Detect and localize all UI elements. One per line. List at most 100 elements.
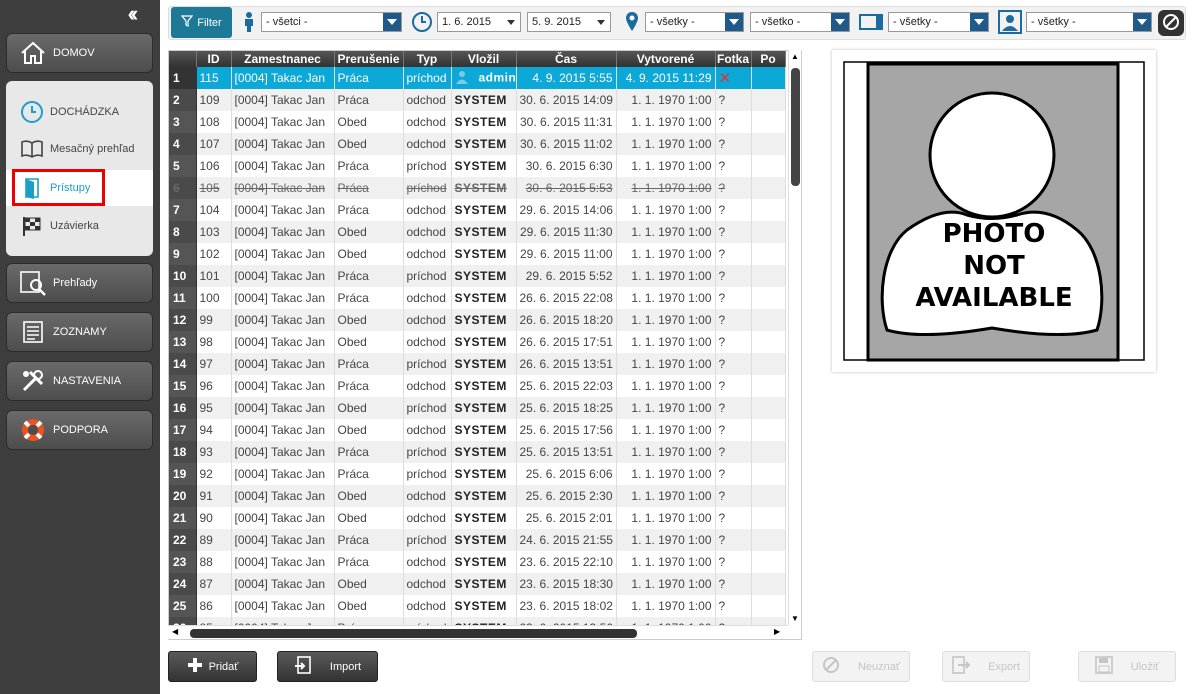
employee-cell: [0004] Takac Jan	[231, 177, 335, 199]
table-row[interactable]: 4 107 [0004] Takac Jan Obed odchod SYSTEM 30. …	[169, 133, 786, 155]
home-icon	[19, 39, 47, 67]
export-button[interactable]: Export	[942, 651, 1030, 682]
vertical-scroll-thumb[interactable]	[791, 68, 800, 186]
photo-placeholder-text: PHOTO NOT AVAILABLE	[832, 218, 1156, 314]
type-cell: odchod	[403, 551, 452, 573]
extra-cell	[751, 199, 786, 221]
break-cell: Obed	[334, 331, 404, 353]
column-header[interactable]: ID	[196, 51, 232, 67]
type-cell: príchod	[403, 441, 452, 463]
column-header[interactable]: Čas	[516, 51, 617, 67]
id-cell: 90	[196, 507, 232, 529]
sidebar-item-monthly[interactable]: Mesačný prehľad	[6, 131, 153, 167]
photo-cell: ?	[715, 89, 752, 111]
id-cell: 92	[196, 463, 232, 485]
sidebar-item-lists[interactable]: ZOZNAMY	[6, 312, 153, 352]
row-number: 14	[169, 353, 197, 375]
employee-cell: [0004] Takac Jan	[231, 221, 335, 243]
inserted-by-value: admin	[478, 70, 516, 85]
table-row[interactable]: 15 96 [0004] Takac Jan Práca odchod SYSTEM 25.…	[169, 375, 786, 397]
table-row[interactable]: 8 103 [0004] Takac Jan Obed odchod SYSTEM 29. …	[169, 221, 786, 243]
row-number: 15	[169, 375, 197, 397]
filter-button[interactable]: Filter	[171, 7, 232, 38]
horizontal-scrollbar[interactable]: ◀ ▶	[168, 625, 788, 639]
table-row[interactable]: 10 101 [0004] Takac Jan Práca príchod SYSTEM 2…	[169, 265, 786, 287]
time-cell: 25. 6. 2015 17:56	[516, 419, 617, 441]
time-cell: 29. 6. 2015 14:06	[516, 199, 617, 221]
table-row[interactable]: 21 90 [0004] Takac Jan Obed odchod SYSTEM 25. …	[169, 507, 786, 529]
extra-cell	[751, 221, 786, 243]
table-row[interactable]: 2 109 [0004] Takac Jan Práca odchod SYSTEM 30.…	[169, 89, 786, 111]
type-cell: príchod	[403, 67, 452, 89]
break-cell: Obed	[334, 397, 404, 419]
save-button[interactable]: Uložiť	[1078, 651, 1176, 682]
table-row[interactable]: 18 93 [0004] Takac Jan Práca príchod SYSTEM 25…	[169, 441, 786, 463]
table-row[interactable]: 23 88 [0004] Takac Jan Práca odchod SYSTEM 23.…	[169, 551, 786, 573]
reject-button[interactable]: Neuznať	[812, 651, 910, 682]
type-select[interactable]: - všetko -	[750, 12, 850, 32]
column-header[interactable]: Vložil	[451, 51, 517, 67]
table-row[interactable]: 3 108 [0004] Takac Jan Obed odchod SYSTEM 30. …	[169, 111, 786, 133]
location-select[interactable]: - všetky -	[645, 12, 744, 32]
scroll-up-icon[interactable]: ▲	[791, 52, 799, 61]
clear-filter-button[interactable]	[1158, 10, 1184, 36]
sidebar-item-settings[interactable]: NASTAVENIA	[6, 361, 153, 401]
time-cell: 30. 6. 2015 11:02	[516, 133, 617, 155]
collapse-sidebar-icon[interactable]: ‹‹	[120, 3, 142, 26]
break-cell: Práca	[334, 265, 404, 287]
sidebar-item-attendance[interactable]: DOCHÁDZKA	[6, 93, 153, 131]
column-header[interactable]: Zamestnanec	[231, 51, 335, 67]
sidebar-item-home[interactable]: DOMOV	[6, 33, 153, 73]
inserted-by-cell: SYSTEM	[451, 243, 517, 265]
inserted-by-cell: SYSTEM	[451, 177, 517, 199]
column-header[interactable]: Fotka	[715, 51, 752, 67]
sidebar-item-support[interactable]: PODPORA	[6, 410, 153, 450]
scroll-right-icon[interactable]: ▶	[774, 627, 780, 636]
created-cell: 1. 1. 1970 1:00	[616, 485, 716, 507]
date-to-field[interactable]: 5. 9. 2015	[527, 12, 611, 32]
table-row[interactable]: 13 98 [0004] Takac Jan Obed odchod SYSTEM 26. …	[169, 331, 786, 353]
scroll-down-icon[interactable]: ▼	[791, 614, 799, 623]
table-row[interactable]: 5 106 [0004] Takac Jan Práca príchod SYSTEM 30…	[169, 155, 786, 177]
table-row[interactable]: 17 94 [0004] Takac Jan Obed odchod SYSTEM 25. …	[169, 419, 786, 441]
table-row[interactable]: 19 92 [0004] Takac Jan Práca príchod SYSTEM 25…	[169, 463, 786, 485]
employee-cell: [0004] Takac Jan	[231, 309, 335, 331]
created-cell: 1. 1. 1970 1:00	[616, 419, 716, 441]
table-row[interactable]: 22 89 [0004] Takac Jan Práca príchod SYSTEM 24…	[169, 529, 786, 551]
break-cell: Obed	[334, 243, 404, 265]
sidebar-item-closing[interactable]: Uzávierka	[6, 208, 153, 244]
table-row[interactable]: 1 115 [0004] Takac Jan Práca príchod admin 4. …	[169, 67, 786, 89]
column-header[interactable]: Prerušenie	[334, 51, 404, 67]
table-row[interactable]: 16 95 [0004] Takac Jan Obed príchod SYSTEM 25.…	[169, 397, 786, 419]
table-row[interactable]: 6 105 [0004] Takac Jan Práca príchod SYSTEM 30…	[169, 177, 786, 199]
photo-text-line: PHOTO	[942, 219, 1046, 249]
vertical-scrollbar[interactable]: ▲ ▼	[788, 50, 801, 625]
table-row[interactable]: 24 87 [0004] Takac Jan Obed odchod SYSTEM 23. …	[169, 573, 786, 595]
column-header[interactable]: Typ	[403, 51, 452, 67]
table-row[interactable]: 9 102 [0004] Takac Jan Obed odchod SYSTEM 29. …	[169, 243, 786, 265]
horizontal-scroll-thumb[interactable]	[190, 629, 637, 638]
table-row[interactable]: 7 104 [0004] Takac Jan Práca odchod SYSTEM 29.…	[169, 199, 786, 221]
sidebar-item-label: DOCHÁDZKA	[50, 106, 120, 118]
photo-cell: ?	[715, 199, 752, 221]
table-row[interactable]: 25 86 [0004] Takac Jan Obed odchod SYSTEM 23. …	[169, 595, 786, 617]
import-button[interactable]: Import	[277, 651, 378, 682]
table-row[interactable]: 14 97 [0004] Takac Jan Práca príchod SYSTEM 26…	[169, 353, 786, 375]
chevron-down-icon	[1133, 13, 1151, 31]
employee-cell: [0004] Takac Jan	[231, 133, 335, 155]
column-header[interactable]: Vytvorené	[616, 51, 716, 67]
photo-select[interactable]: - všetky -	[1026, 12, 1152, 32]
sidebar-item-reports[interactable]: Prehľady	[6, 263, 153, 303]
row-number: 22	[169, 529, 197, 551]
table-row[interactable]: 20 91 [0004] Takac Jan Obed odchod SYSTEM 25. …	[169, 485, 786, 507]
terminal-select[interactable]: - všetky -	[888, 12, 989, 32]
add-button[interactable]: Pridať	[168, 651, 257, 682]
date-from-field[interactable]: 1. 6. 2015	[437, 12, 521, 32]
employee-select[interactable]: - všetci -	[261, 12, 402, 32]
table-row[interactable]: 11 100 [0004] Takac Jan Práca odchod SYSTEM 26…	[169, 287, 786, 309]
column-header[interactable]	[169, 51, 197, 67]
scroll-left-icon[interactable]: ◀	[172, 627, 178, 636]
import-icon	[294, 656, 312, 677]
column-header[interactable]: Po	[751, 51, 786, 67]
table-row[interactable]: 12 99 [0004] Takac Jan Obed odchod SYSTEM 26. …	[169, 309, 786, 331]
